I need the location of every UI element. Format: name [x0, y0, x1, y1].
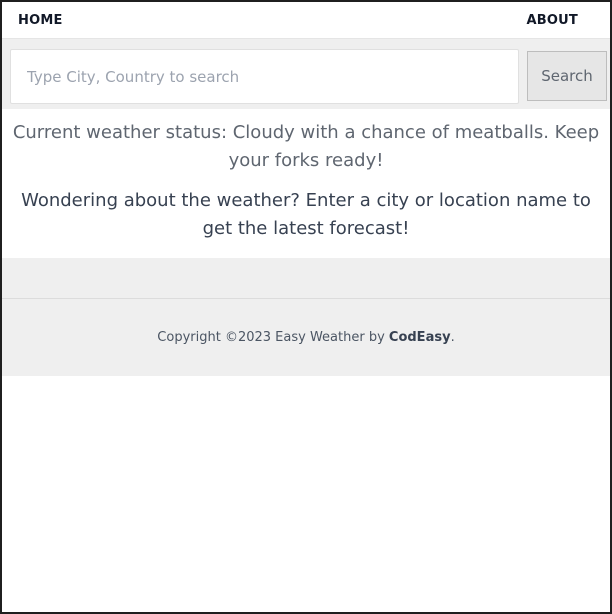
- footer-copyright-suffix: .: [450, 330, 455, 345]
- main-content: Current weather status: Cloudy with a ch…: [2, 109, 610, 258]
- footer-copyright-prefix: Copyright ©2023 Easy Weather by: [157, 330, 389, 345]
- footer-copyright: Copyright ©2023 Easy Weather by CodEasy.: [157, 330, 454, 345]
- search-input[interactable]: [10, 49, 519, 104]
- search-button[interactable]: Search: [527, 51, 607, 101]
- search-bar: Search: [2, 38, 610, 109]
- search-prompt-text: Wondering about the weather? Enter a cit…: [21, 190, 591, 239]
- nav-about-link[interactable]: ABOUT: [527, 13, 578, 28]
- weather-status-text: Current weather status: Cloudy with a ch…: [12, 122, 600, 171]
- footer: Copyright ©2023 Easy Weather by CodEasy.: [2, 298, 610, 376]
- nav-home-link[interactable]: HOME: [18, 13, 63, 28]
- top-nav: HOME ABOUT: [2, 2, 610, 38]
- results-area: [2, 258, 610, 298]
- footer-brand: CodEasy: [388, 330, 451, 345]
